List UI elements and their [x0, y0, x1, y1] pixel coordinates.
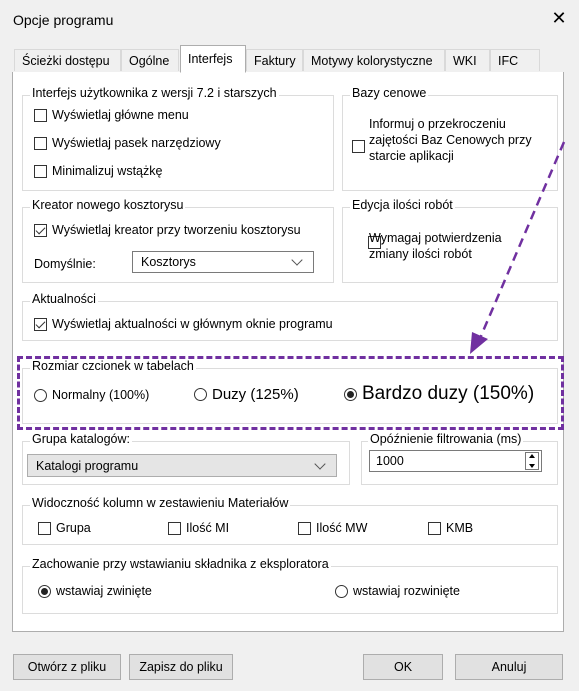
column-kmb-label: KMB — [446, 521, 474, 535]
minimize-ribbon-checkbox[interactable]: Minimalizuj wstążkę — [34, 164, 162, 178]
show-wizard-checkbox[interactable]: Wyświetlaj kreator przy tworzeniu koszto… — [34, 223, 301, 237]
checkbox-box[interactable] — [34, 108, 47, 122]
interface-group-legend: Interfejs użytkownika z wersji 7.2 i sta… — [30, 86, 279, 100]
tab-ifc[interactable]: IFC — [490, 49, 540, 71]
checkbox-box[interactable] — [428, 521, 441, 535]
minimize-ribbon-label: Minimalizuj wstążkę — [52, 164, 163, 178]
save-to-file-button[interactable]: Zapisz do pliku — [129, 654, 233, 680]
ok-button[interactable]: OK — [363, 654, 443, 680]
tab-invoices[interactable]: Faktury — [246, 49, 303, 71]
checkbox-box[interactable] — [34, 317, 47, 331]
chevron-down-icon — [314, 457, 326, 470]
radio-circle[interactable] — [38, 584, 51, 598]
close-icon[interactable]: ✕ — [549, 8, 569, 28]
tab-general[interactable]: Ogólne — [121, 49, 179, 71]
show-main-menu-label: Wyświetlaj główne menu — [52, 108, 189, 122]
checkbox-box[interactable] — [34, 136, 47, 150]
insert-collapsed-radio[interactable]: wstawiaj zwinięte — [38, 584, 152, 598]
tab-wki[interactable]: WKI — [445, 49, 490, 71]
column-group-checkbox[interactable]: Grupa — [38, 521, 91, 535]
insert-expanded-radio[interactable]: wstawiaj rozwinięte — [335, 584, 460, 598]
highlight-box — [17, 356, 564, 430]
news-legend: Aktualności — [30, 292, 98, 306]
columns-legend: Widoczność kolumn w zestawieniu Materiał… — [30, 496, 291, 510]
catalog-group-value: Katalogi programu — [36, 458, 139, 473]
column-qty-mw-checkbox[interactable]: Ilość MW — [298, 521, 367, 535]
checkbox-box[interactable] — [168, 521, 181, 535]
price-bases-label-line: Informuj o przekroczeniu — [369, 117, 506, 131]
columns-group — [22, 505, 558, 545]
filter-delay-legend: Opóźnienie filtrowania (ms) — [368, 432, 524, 446]
tab-interface[interactable]: Interfejs — [180, 45, 246, 73]
qty-edit-legend: Edycja ilości robót — [350, 198, 455, 212]
insert-collapsed-label: wstawiaj zwinięte — [56, 584, 152, 598]
chevron-down-icon — [291, 254, 303, 266]
load-from-file-button[interactable]: Otwórz z pliku — [13, 654, 121, 680]
filter-delay-value: 1000 — [376, 454, 404, 468]
insert-behavior-legend: Zachowanie przy wstawianiu składnika z e… — [30, 557, 331, 571]
show-toolbar-checkbox[interactable]: Wyświetlaj pasek narzędziowy — [34, 136, 221, 150]
default-estimate-value: Kosztorys — [141, 255, 196, 269]
radio-circle[interactable] — [335, 584, 348, 598]
catalog-group-legend: Grupa katalogów: — [30, 432, 132, 446]
insert-expanded-label: wstawiaj rozwinięte — [353, 584, 460, 598]
column-group-label: Grupa — [56, 521, 91, 535]
checkbox-box[interactable] — [34, 223, 47, 237]
estimate-wizard-legend: Kreator nowego kosztorysu — [30, 198, 186, 212]
column-qty-mw-label: Ilość MW — [316, 521, 368, 535]
window-title: Opcje programu — [13, 12, 114, 28]
annotation-arrow-icon — [470, 141, 566, 354]
show-news-label: Wyświetlaj aktualności w głównym oknie p… — [52, 317, 333, 331]
tab-color-themes[interactable]: Motywy kolorystyczne — [303, 49, 445, 71]
column-qty-mi-label: Ilość MI — [186, 521, 230, 535]
default-label: Domyślnie: — [34, 257, 96, 271]
cancel-button[interactable]: Anuluj — [455, 654, 563, 680]
checkbox-box[interactable] — [298, 521, 311, 535]
show-toolbar-label: Wyświetlaj pasek narzędziowy — [52, 136, 221, 150]
checkbox-box[interactable] — [38, 521, 51, 535]
show-wizard-label: Wyświetlaj kreator przy tworzeniu koszto… — [52, 223, 301, 237]
price-bases-legend: Bazy cenowe — [350, 86, 429, 100]
catalog-group-select[interactable]: Katalogi programu — [27, 454, 337, 477]
show-news-checkbox[interactable]: Wyświetlaj aktualności w głównym oknie p… — [34, 317, 333, 331]
filter-delay-input[interactable]: 1000 — [369, 450, 542, 472]
checkbox-box[interactable] — [34, 164, 47, 178]
tab-paths[interactable]: Ścieżki dostępu — [14, 49, 121, 71]
column-kmb-checkbox[interactable]: KMB — [428, 521, 473, 535]
column-qty-mi-checkbox[interactable]: Ilość MI — [168, 521, 229, 535]
spin-buttons-icon[interactable] — [525, 452, 539, 470]
price-bases-checkbox[interactable] — [352, 140, 365, 154]
show-main-menu-checkbox[interactable]: Wyświetlaj główne menu — [34, 108, 189, 122]
default-estimate-select[interactable]: Kosztorys — [132, 251, 314, 273]
